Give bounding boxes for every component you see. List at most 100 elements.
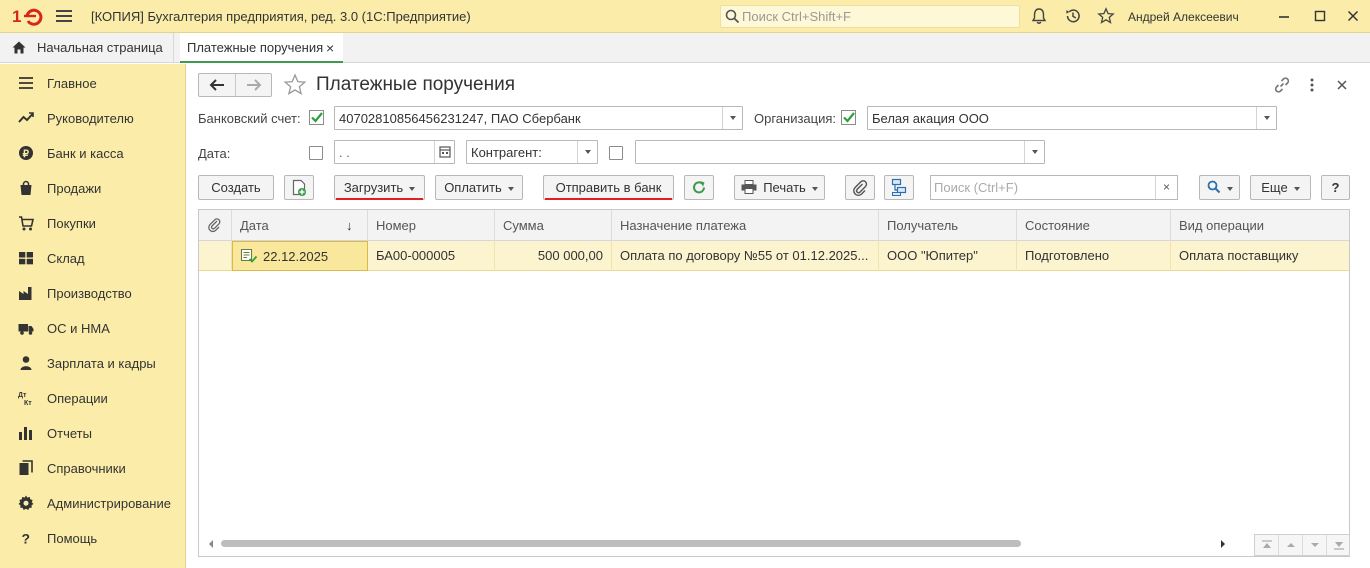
- column-number[interactable]: Номер: [368, 210, 495, 241]
- sidebar-item-warehouse[interactable]: Склад: [0, 240, 186, 275]
- user-name[interactable]: Андрей Алексеевич: [1128, 10, 1239, 24]
- bell-icon[interactable]: [1030, 7, 1048, 25]
- column-operation[interactable]: Вид операции: [1171, 210, 1349, 241]
- bank-account-checkbox[interactable]: [309, 110, 324, 125]
- organization-field[interactable]: Белая акация ООО: [867, 106, 1277, 130]
- chevron-down-icon[interactable]: [722, 107, 742, 129]
- global-search-input[interactable]: [742, 8, 1012, 25]
- column-status[interactable]: Состояние: [1017, 210, 1171, 241]
- more-vertical-icon[interactable]: [1305, 76, 1319, 94]
- create-copy-button[interactable]: [284, 175, 314, 200]
- sidebar-item-production[interactable]: Производство: [0, 275, 186, 310]
- main-menu-icon[interactable]: [56, 10, 72, 23]
- date-field[interactable]: . .: [334, 140, 455, 164]
- sidebar-item-sales[interactable]: Продажи: [0, 170, 186, 205]
- sidebar-item-help[interactable]: ? Помощь: [0, 520, 186, 555]
- ruble-coin-icon: ₽: [19, 146, 33, 160]
- chevron-down-icon[interactable]: [1024, 141, 1044, 163]
- counterparty-mode-select[interactable]: Контрагент:: [466, 140, 598, 164]
- tab-payment-orders[interactable]: Платежные поручения ×: [180, 33, 343, 63]
- counterparty-field[interactable]: [635, 140, 1045, 164]
- sidebar-item-main[interactable]: Главное: [0, 65, 186, 100]
- sidebar-item-catalogs[interactable]: Справочники: [0, 450, 186, 485]
- table-row[interactable]: 22.12.2025 БА00-000005 500 000,00 Оплата…: [199, 241, 1349, 271]
- pay-button[interactable]: Оплатить: [435, 175, 523, 200]
- list-search[interactable]: ×: [930, 175, 1178, 200]
- person-icon: [20, 356, 32, 370]
- cell-date[interactable]: 22.12.2025: [232, 241, 368, 271]
- add-to-favorites-icon[interactable]: [283, 73, 307, 97]
- attach-file-button[interactable]: [845, 175, 875, 200]
- organization-checkbox[interactable]: [841, 110, 856, 125]
- favorites-star-icon[interactable]: [1097, 7, 1115, 25]
- history-icon[interactable]: [1064, 7, 1082, 25]
- cell-recipient[interactable]: ООО "Юпитер": [879, 241, 1017, 271]
- svg-text:₽: ₽: [23, 149, 30, 160]
- sidebar-item-salary[interactable]: Зарплата и кадры: [0, 345, 186, 380]
- go-to-first-button[interactable]: [1255, 535, 1279, 555]
- cell-amount[interactable]: 500 000,00: [495, 241, 612, 271]
- load-button[interactable]: Загрузить: [334, 175, 425, 200]
- 1c-logo-icon[interactable]: 1: [12, 6, 44, 26]
- sidebar-item-reports[interactable]: Отчеты: [0, 415, 186, 450]
- cell-operation[interactable]: Оплата поставщику: [1171, 241, 1349, 271]
- go-down-button[interactable]: [1303, 535, 1327, 555]
- list-search-input[interactable]: [934, 179, 1159, 196]
- sidebar-item-admin[interactable]: Администрирование: [0, 485, 186, 520]
- minimize-icon[interactable]: [1276, 8, 1292, 24]
- chevron-down-icon[interactable]: [1256, 107, 1276, 129]
- organization-label: Организация:: [754, 111, 837, 126]
- maximize-icon[interactable]: [1312, 8, 1328, 24]
- history-nav: [198, 73, 272, 97]
- cell-status[interactable]: Подготовлено: [1017, 241, 1171, 271]
- go-up-button[interactable]: [1279, 535, 1303, 555]
- send-to-bank-button[interactable]: Отправить в банк: [543, 175, 674, 200]
- back-button[interactable]: [199, 74, 235, 96]
- forward-button[interactable]: [235, 74, 271, 96]
- column-operation-label: Вид операции: [1179, 218, 1265, 233]
- refresh-button[interactable]: [684, 175, 714, 200]
- clear-search-icon[interactable]: ×: [1155, 176, 1177, 199]
- sidebar-item-label: ОС и НМА: [47, 321, 110, 336]
- link-icon[interactable]: [1273, 76, 1291, 94]
- column-recipient[interactable]: Получатель: [879, 210, 1017, 241]
- sidebar-item-purchases[interactable]: Покупки: [0, 205, 186, 240]
- column-attachments[interactable]: [199, 210, 232, 241]
- scrollbar-thumb[interactable]: [221, 540, 1021, 547]
- dropdown-arrow-icon: [1293, 186, 1300, 191]
- help-button[interactable]: ?: [1321, 175, 1350, 200]
- column-purpose[interactable]: Назначение платежа: [612, 210, 879, 241]
- global-search[interactable]: [720, 5, 1020, 28]
- tab-close-icon[interactable]: ×: [326, 40, 334, 56]
- go-to-last-button[interactable]: [1327, 535, 1351, 555]
- counterparty-checkbox[interactable]: [609, 146, 623, 160]
- structure-button[interactable]: [884, 175, 914, 200]
- bank-account-field[interactable]: 40702810856456231247, ПАО Сбербанк: [334, 106, 743, 130]
- horizontal-scrollbar[interactable]: [207, 538, 1231, 550]
- more-button[interactable]: Еще: [1250, 175, 1311, 200]
- sidebar-item-bank[interactable]: ₽ Банк и касса: [0, 135, 186, 170]
- tab-payment-orders-label: Платежные поручения: [187, 40, 324, 55]
- payment-orders-table[interactable]: Дата ↓ Номер Сумма Назначение платежа По…: [198, 209, 1350, 557]
- date-checkbox[interactable]: [309, 146, 323, 160]
- search-options-button[interactable]: [1199, 175, 1240, 200]
- create-button[interactable]: Создать: [198, 175, 274, 200]
- calendar-button[interactable]: [434, 141, 454, 163]
- close-window-icon[interactable]: [1345, 8, 1361, 24]
- sidebar-item-assets[interactable]: ОС и НМА: [0, 310, 186, 345]
- print-button[interactable]: Печать: [734, 175, 825, 200]
- tab-home[interactable]: Начальная страница: [0, 33, 174, 62]
- cell-number[interactable]: БА00-000005: [368, 241, 495, 271]
- scroll-left-icon[interactable]: [207, 538, 215, 550]
- chevron-down-icon[interactable]: [577, 141, 597, 163]
- sidebar-item-label: Покупки: [47, 216, 96, 231]
- scroll-right-icon[interactable]: [1219, 538, 1227, 550]
- paperclip-icon: [208, 218, 221, 233]
- close-form-icon[interactable]: [1335, 76, 1349, 94]
- cell-purpose[interactable]: Оплата по договору №55 от 01.12.2025...: [612, 241, 879, 271]
- bank-account-value: 40702810856456231247, ПАО Сбербанк: [339, 111, 581, 126]
- column-date[interactable]: Дата ↓: [232, 210, 368, 241]
- sidebar-item-operations[interactable]: Дт Кт Операции: [0, 380, 186, 415]
- column-amount[interactable]: Сумма: [495, 210, 612, 241]
- sidebar-item-manager[interactable]: Руководителю: [0, 100, 186, 135]
